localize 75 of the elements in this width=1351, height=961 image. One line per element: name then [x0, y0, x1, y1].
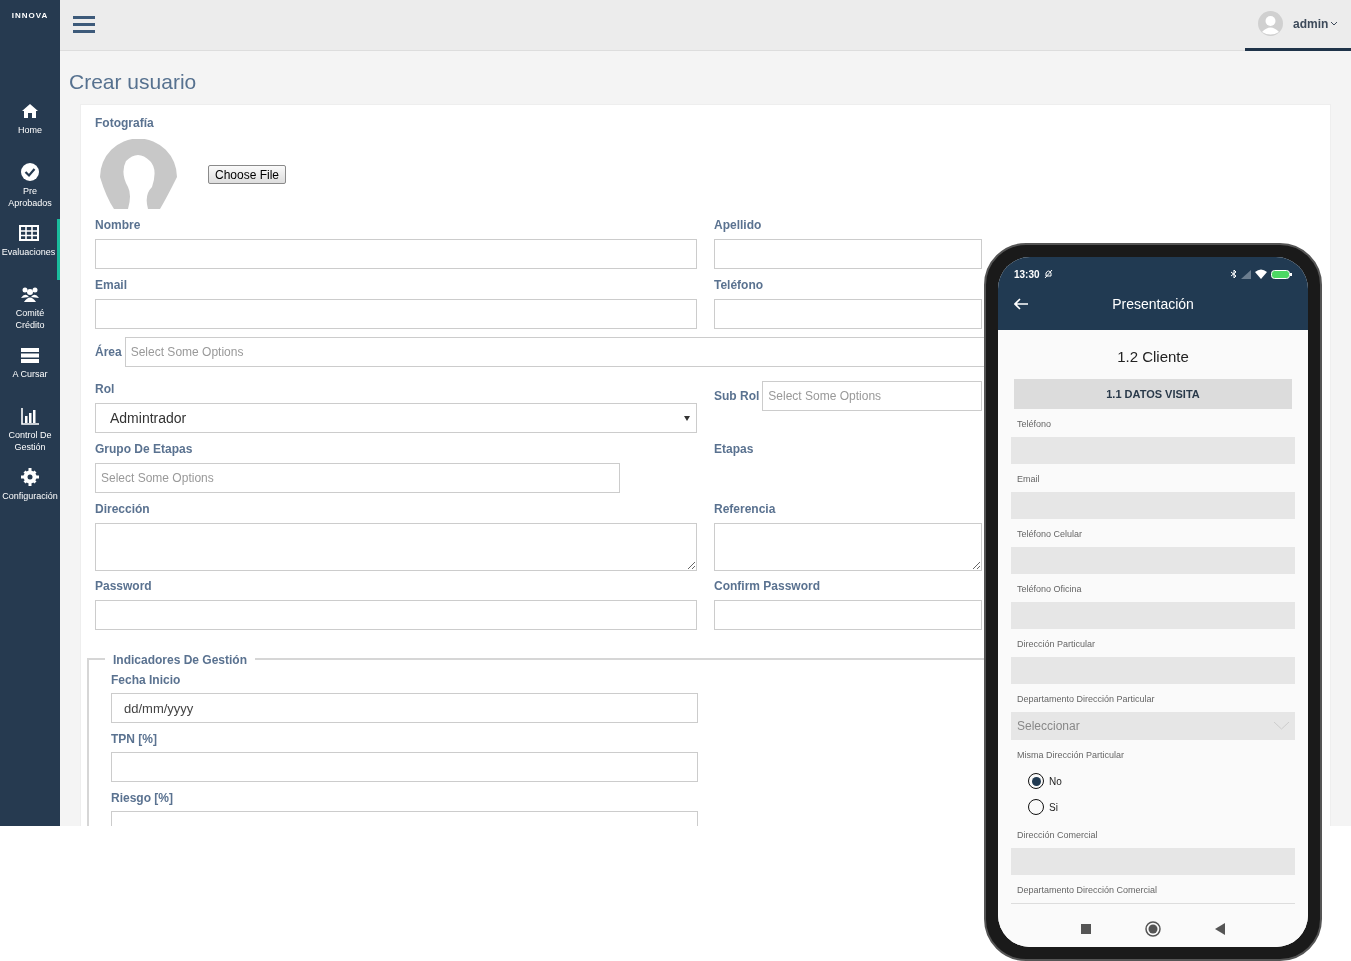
field-label: Confirm Password [714, 578, 821, 594]
avatar-placeholder-icon [100, 139, 177, 209]
bell-off-icon [1043, 269, 1053, 279]
field-label: Departamento Dirección Particular [1016, 693, 1156, 705]
choose-file-button[interactable]: Choose File [208, 164, 287, 184]
bar-chart-icon [20, 406, 40, 426]
user-menu[interactable]: admin [1245, 0, 1351, 51]
check-circle-icon [20, 162, 40, 182]
home-icon [20, 101, 40, 121]
field-label: Apellido [714, 217, 762, 233]
sidebar-item[interactable]: Configuración [0, 463, 60, 524]
field-label: Fotografía [95, 115, 155, 131]
bluetooth-icon [1231, 269, 1237, 279]
dropdown-arrow-icon [684, 415, 690, 421]
caret-icon [1331, 21, 1338, 26]
signal-icon [1241, 269, 1251, 279]
text-input[interactable] [95, 299, 697, 329]
section-title: 1.2 Cliente [1116, 348, 1190, 366]
page-title: Crear usuario [69, 69, 198, 95]
text-input[interactable] [111, 752, 698, 782]
field-label: Nombre [95, 217, 141, 233]
settings-icon [20, 467, 40, 487]
text-input[interactable] [714, 239, 982, 269]
field-label: Referencia [714, 501, 776, 517]
wifi-icon [1255, 269, 1267, 279]
field-label: TPN [%] [111, 731, 158, 747]
field-label: Teléfono Celular [1016, 528, 1084, 540]
text-input[interactable] [714, 299, 982, 329]
avatar-icon [1258, 11, 1283, 36]
recents-button-icon[interactable] [1081, 923, 1091, 934]
field-label: Rol [95, 381, 115, 397]
field-label: Área [95, 344, 122, 360]
section-tab[interactable]: 1.1 DATOS VISITA [1014, 379, 1292, 409]
user-name: admin [1293, 15, 1329, 33]
field-label: Misma Dirección Particular [1016, 749, 1126, 761]
field-label: Dirección Comercial [1016, 829, 1099, 841]
back-button-icon[interactable] [1215, 922, 1225, 935]
field-label: Dirección Particular [1016, 638, 1097, 650]
text-area[interactable] [714, 523, 982, 571]
field-label: Fecha Inicio [111, 672, 182, 688]
sidebar-item[interactable]: Control De Gestión [0, 402, 60, 463]
field-label: Sub Rol [714, 388, 760, 404]
back-arrow-icon[interactable] [1014, 298, 1028, 310]
text-input[interactable] [95, 600, 697, 630]
field-label: Teléfono [1016, 418, 1053, 430]
field-label: Teléfono [714, 277, 764, 293]
logo: INNOVA [10, 10, 50, 22]
field-label: Dirección [95, 501, 150, 517]
status-time: 13:30 [1014, 267, 1040, 282]
radio-option[interactable]: Si [1011, 794, 1295, 820]
text-area[interactable] [95, 523, 697, 571]
chevron-down-icon [1274, 722, 1289, 730]
sidebar-item[interactable]: Home [0, 97, 60, 158]
sidebar-item[interactable]: Pre Aprobados [0, 158, 60, 219]
field-label: Password [95, 578, 152, 594]
battery-icon [1271, 269, 1292, 279]
text-input[interactable] [714, 600, 982, 630]
screen-title: Presentación [1111, 294, 1195, 314]
field-label: Email [1016, 473, 1041, 485]
field-label: Grupo De Etapas [95, 441, 193, 457]
field-label: Departamento Dirección Comercial [1016, 884, 1159, 896]
sidebar-item[interactable]: A Cursar [0, 341, 60, 402]
sidebar-item[interactable]: Comité Crédito [0, 280, 60, 341]
field-label: Email [95, 277, 127, 293]
field-label: Riesgo [%] [111, 790, 174, 806]
field-label: Etapas [714, 441, 754, 457]
menu-icon[interactable] [73, 16, 95, 34]
select-field[interactable]: Admintrador [95, 403, 697, 433]
date-input[interactable]: dd/mm/yyyy [111, 693, 698, 723]
text-input[interactable] [95, 239, 697, 269]
field-label: Teléfono Oficina [1016, 583, 1083, 595]
table-icon [18, 223, 39, 243]
radio-option[interactable]: No [1011, 768, 1295, 794]
home-button-icon[interactable] [1145, 920, 1161, 937]
stack-icon [20, 345, 40, 365]
